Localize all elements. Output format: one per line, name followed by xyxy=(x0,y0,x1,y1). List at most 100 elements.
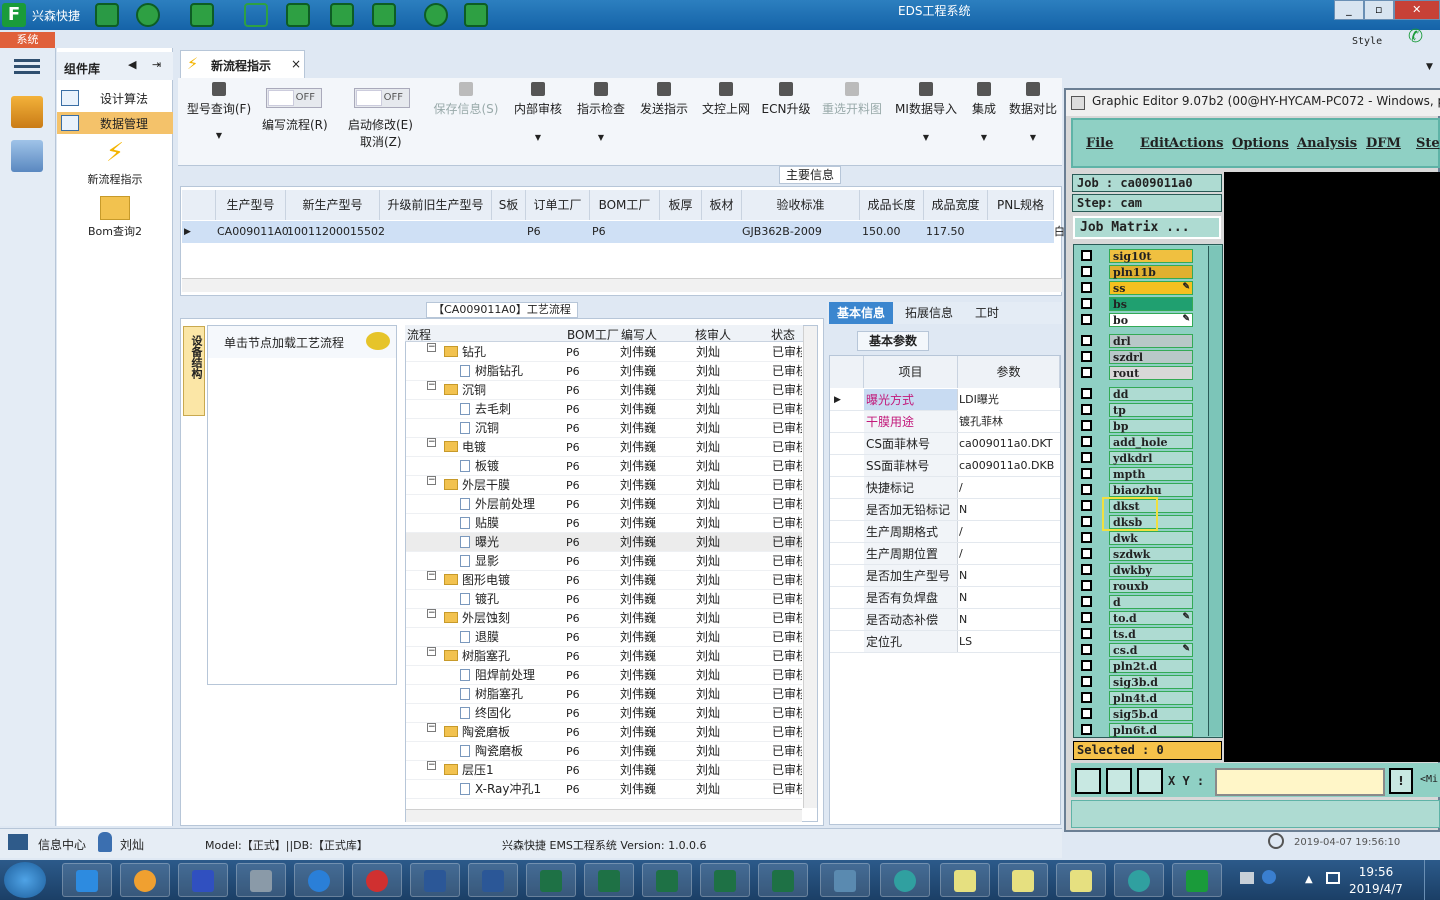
layer-checkbox[interactable] xyxy=(1081,628,1092,639)
list-item[interactable]: −陶瓷磨板P6刘伟巍刘灿已审核 xyxy=(406,723,802,742)
layer-row[interactable]: pln4t.d xyxy=(1077,691,1193,705)
layer-checkbox[interactable] xyxy=(1081,468,1092,479)
layer-checkbox[interactable] xyxy=(1081,644,1092,655)
zoom-icon[interactable] xyxy=(1075,768,1101,794)
calculator-icon[interactable] xyxy=(11,140,43,172)
property-row[interactable]: 快捷标记 / xyxy=(830,477,1060,499)
layer-checkbox[interactable] xyxy=(1081,420,1092,431)
layer-row[interactable]: rouxb xyxy=(1077,579,1193,593)
network-icon[interactable] xyxy=(1326,872,1340,884)
layer-checkbox[interactable] xyxy=(1081,314,1092,325)
measure-icon[interactable] xyxy=(1106,768,1132,794)
layer-row[interactable]: tp xyxy=(1077,403,1193,417)
layer-checkbox[interactable] xyxy=(1081,724,1092,735)
layer-row[interactable]: rout xyxy=(1077,366,1193,380)
list-item[interactable]: −电镀P6刘伟巍刘灿已审核 xyxy=(406,438,802,457)
collapse-icon[interactable]: − xyxy=(427,647,436,656)
collapse-icon[interactable]: − xyxy=(427,438,436,447)
layer-row[interactable]: ts.d xyxy=(1077,627,1193,641)
layer-checkbox[interactable] xyxy=(1081,532,1092,543)
layer-row[interactable]: bp xyxy=(1077,419,1193,433)
property-row[interactable]: SS面菲林号 ca009011a0.DKB xyxy=(830,455,1060,477)
list-item[interactable]: −沉铜P6刘伟巍刘灿已审核 xyxy=(406,381,802,400)
taskbar-app[interactable] xyxy=(642,863,692,897)
send-instruction-button[interactable]: 发送指示 xyxy=(636,82,692,117)
layer-row[interactable]: d xyxy=(1077,595,1193,609)
tab-extended-info[interactable]: 拓展信息 xyxy=(897,302,961,324)
list-item[interactable]: −图形电镀P6刘伟巍刘灿已审核 xyxy=(406,571,802,590)
layer-checkbox[interactable] xyxy=(1081,612,1092,623)
list-item[interactable]: 镀孔P6刘伟巍刘灿已审核 xyxy=(406,590,802,609)
list-item[interactable]: 陶瓷磨板P6刘伟巍刘灿已审核 xyxy=(406,742,802,761)
chart-icon[interactable] xyxy=(464,3,488,27)
grid-icon[interactable] xyxy=(190,3,214,27)
layer-checkbox[interactable] xyxy=(1081,596,1092,607)
layer-row[interactable]: ss ✎ xyxy=(1077,281,1193,295)
col-header[interactable]: 新生产型号 xyxy=(286,190,380,220)
collapse-icon[interactable]: − xyxy=(427,609,436,618)
layer-row[interactable]: szdrl xyxy=(1077,350,1193,364)
taskbar-app[interactable] xyxy=(1172,863,1222,897)
nav-new-process[interactable]: ⚡ 新流程指示 xyxy=(57,138,173,187)
list-item[interactable]: 终固化P6刘伟巍刘灿已审核 xyxy=(406,704,802,723)
col-header[interactable]: 生产型号 xyxy=(216,190,286,220)
layer-checkbox[interactable] xyxy=(1081,708,1092,719)
graphics-canvas[interactable] xyxy=(1224,172,1440,762)
job-matrix-button[interactable]: Job Matrix ... xyxy=(1073,216,1221,239)
taskbar-app[interactable] xyxy=(880,863,930,897)
col-header[interactable]: 板材 xyxy=(702,190,742,220)
menu-options[interactable]: Options xyxy=(1232,136,1289,151)
check-instruction-button[interactable]: 指示检查 ▼ xyxy=(574,82,628,142)
layer-checkbox[interactable] xyxy=(1081,367,1092,378)
layer-row[interactable]: bo ✎ xyxy=(1077,313,1193,327)
layer-checkbox[interactable] xyxy=(1081,692,1092,703)
taskbar-app[interactable] xyxy=(468,863,518,897)
vertical-scrollbar[interactable] xyxy=(803,326,817,808)
collapse-icon[interactable]: − xyxy=(427,381,436,390)
menu-dfm[interactable]: DFM xyxy=(1366,136,1401,151)
ecn-upgrade-button[interactable]: ECN升级 xyxy=(760,82,812,117)
property-row[interactable]: 是否加无铅标记 N xyxy=(830,499,1060,521)
taskbar-app[interactable] xyxy=(294,863,344,897)
layer-checkbox[interactable] xyxy=(1081,335,1092,346)
layer-checkbox[interactable] xyxy=(1081,452,1092,463)
nav-item-data-management[interactable]: 数据管理 xyxy=(57,112,173,134)
property-row[interactable]: 干膜用途 镀孔菲林 xyxy=(830,411,1060,433)
layer-row[interactable]: pln6t.d xyxy=(1077,723,1193,737)
layer-checkbox[interactable] xyxy=(1081,404,1092,415)
taskbar-app[interactable] xyxy=(584,863,634,897)
list-item[interactable]: −外层干膜P6刘伟巍刘灿已审核 xyxy=(406,476,802,495)
globe-icon[interactable] xyxy=(136,3,160,27)
layer-row[interactable]: biaozhu xyxy=(1077,483,1193,497)
internal-review-button[interactable]: 内部审核 ▼ xyxy=(510,82,566,142)
mi-import-button[interactable]: MI数据导入 ▼ xyxy=(892,82,960,142)
layer-checkbox[interactable] xyxy=(1081,676,1092,687)
process-hint-bar[interactable]: 单击节点加载工艺流程 xyxy=(208,326,396,358)
collapse-icon[interactable]: − xyxy=(427,343,436,352)
layer-row[interactable]: mpth xyxy=(1077,467,1193,481)
taskbar-app[interactable] xyxy=(178,863,228,897)
list-item[interactable]: 显影P6刘伟巍刘灿已审核 xyxy=(406,552,802,571)
maximize-button[interactable]: ▫ xyxy=(1363,0,1394,20)
list-item[interactable]: 去毛刺P6刘伟巍刘灿已审核 xyxy=(406,400,802,419)
system-tab[interactable]: 系统 xyxy=(0,32,55,48)
menu-edit[interactable]: Edit xyxy=(1140,136,1170,151)
doc-control-button[interactable]: 文控上网 xyxy=(698,82,754,117)
layer-row[interactable]: szdwk xyxy=(1077,547,1193,561)
property-row[interactable]: 是否有负焊盘 N xyxy=(830,587,1060,609)
col-header[interactable]: 成品宽度 xyxy=(924,190,988,220)
collapse-icon[interactable]: − xyxy=(427,571,436,580)
close-tab-icon[interactable]: × xyxy=(291,57,301,71)
equipment-structure-tab[interactable]: 设备结构 xyxy=(183,326,205,416)
type-query-button[interactable]: 型号查询(F) ▼ xyxy=(186,82,252,140)
list-item[interactable]: −钻孔P6刘伟巍刘灿已审核 xyxy=(406,343,802,362)
phone-icon[interactable]: ✆ xyxy=(1408,26,1430,47)
property-row[interactable]: 是否加生产型号 N xyxy=(830,565,1060,587)
menu-analysis[interactable]: Analysis xyxy=(1297,136,1357,151)
layer-row[interactable]: dwk xyxy=(1077,531,1193,545)
grid-snap-icon[interactable] xyxy=(1137,768,1163,794)
layer-checkbox[interactable] xyxy=(1081,500,1092,511)
tab-work-hours[interactable]: 工时 xyxy=(965,302,1009,324)
layer-checkbox[interactable] xyxy=(1081,282,1092,293)
layer-row[interactable]: sig3b.d xyxy=(1077,675,1193,689)
